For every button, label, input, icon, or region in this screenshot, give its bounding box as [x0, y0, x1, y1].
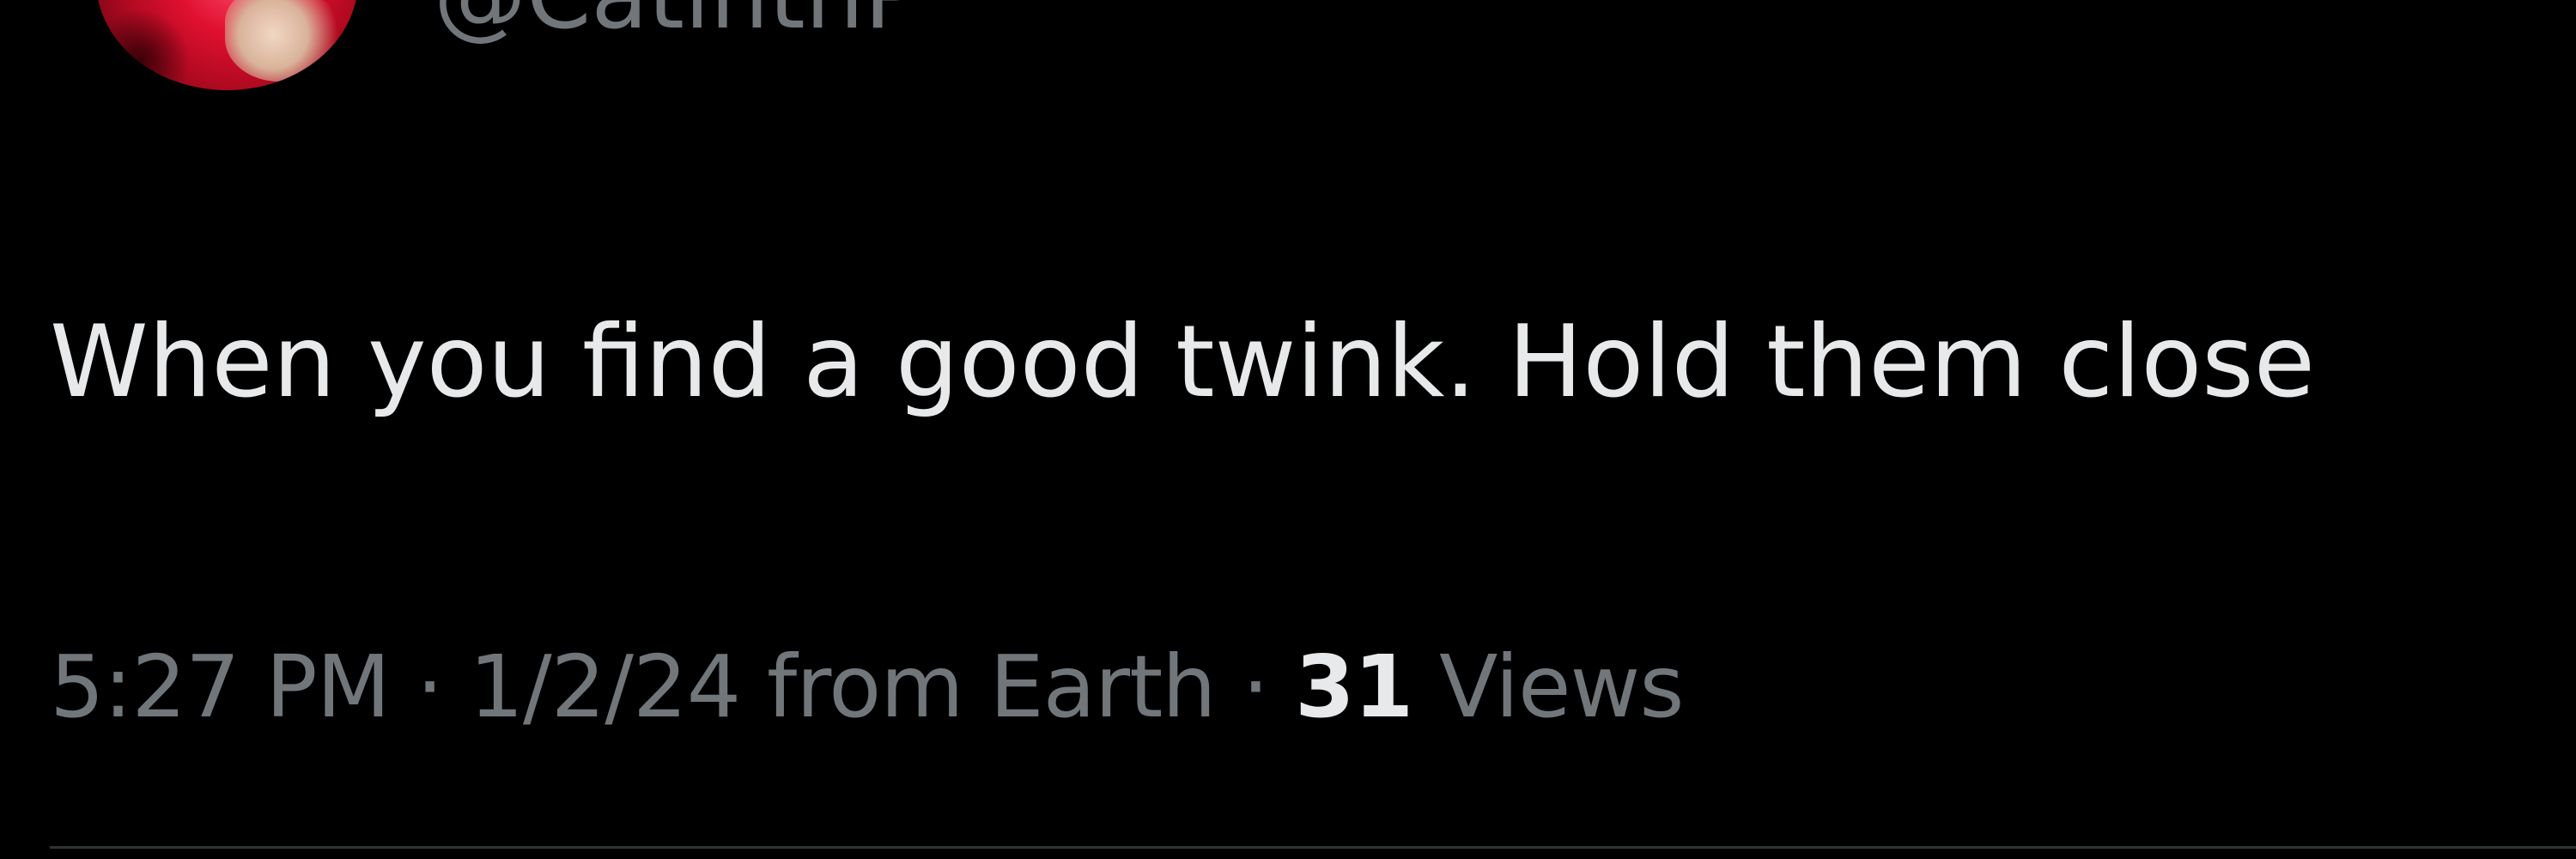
tweet-date[interactable]: 1/2/24	[469, 637, 741, 737]
tweet-text: When you find a good twink. Hold them cl…	[50, 304, 2316, 420]
avatar[interactable]	[96, 0, 358, 90]
divider	[50, 846, 2576, 849]
meta-separator: ·	[416, 637, 444, 737]
avatar-highlight	[225, 0, 345, 82]
avatar-shadow	[96, 9, 191, 90]
views-count[interactable]: 31	[1295, 637, 1413, 737]
user-handle[interactable]: @CatinthP	[434, 0, 920, 43]
views-label[interactable]: Views	[1439, 637, 1684, 737]
tweet-source: from Earth	[767, 637, 1217, 737]
tweet-time[interactable]: 5:27 PM	[50, 637, 391, 737]
meta-separator: ·	[1242, 637, 1269, 737]
tweet-meta: 5:27 PM · 1/2/24 from Earth · 31 Views	[50, 637, 1684, 737]
